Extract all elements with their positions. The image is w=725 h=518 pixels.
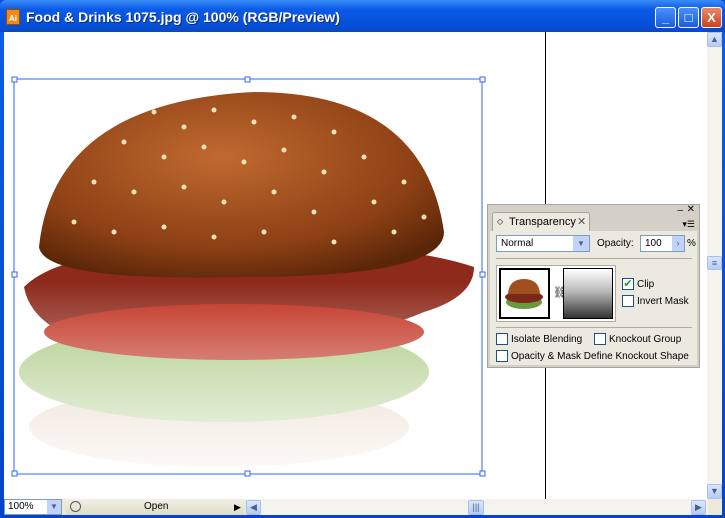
panel-close-icon[interactable]: ✕ <box>687 204 695 215</box>
mask-thumbnail[interactable] <box>563 268 613 319</box>
window-title: Food & Drinks 1075.jpg @ 100% (RGB/Previ… <box>26 9 340 25</box>
define-knockout-checkbox[interactable] <box>496 350 508 362</box>
scroll-up-button[interactable]: ▲ <box>707 32 722 47</box>
transparency-panel: – ✕ ◇ Transparency ✕ ▾☰ Normal ▼ Opacity:… <box>487 204 700 368</box>
thumbnails-area: ⛓ <box>496 265 616 322</box>
status-menu[interactable]: Open ▶ <box>66 499 244 515</box>
illustrator-icon: Ai <box>6 9 20 25</box>
isolate-blending-label: Isolate Blending <box>511 334 583 345</box>
blend-mode-select[interactable]: Normal ▼ <box>496 235 590 252</box>
opacity-label: Opacity: <box>597 238 634 249</box>
maximize-button[interactable]: □ <box>678 7 699 28</box>
zoom-select[interactable]: 100% ▼ <box>4 499 62 515</box>
vertical-scrollbar[interactable]: ▲ ≡ ▼ <box>707 32 722 499</box>
tab-label: Transparency <box>509 216 576 228</box>
scroll-right-button[interactable]: ▶ <box>691 500 706 515</box>
invert-mask-checkbox[interactable] <box>622 295 634 307</box>
blend-mode-value: Normal <box>501 238 534 249</box>
percent-sign: % <box>687 238 696 249</box>
scroll-left-button[interactable]: ◀ <box>246 500 261 515</box>
minimize-button[interactable]: _ <box>655 7 676 28</box>
play-arrow-icon[interactable]: ▶ <box>234 499 241 515</box>
status-icon <box>70 501 81 512</box>
tab-arrows-icon: ◇ <box>497 217 504 226</box>
knockout-group-label: Knockout Group <box>609 334 682 345</box>
opacity-value: 100 <box>645 238 662 249</box>
horizontal-scroll-thumb[interactable]: ||| <box>468 500 484 515</box>
define-knockout-label: Opacity & Mask Define Knockout Shape <box>511 351 689 362</box>
status-bar: 100% ▼ Open ▶ ◀ ||| ▶ <box>4 499 722 515</box>
scroll-down-button[interactable]: ▼ <box>707 484 722 499</box>
chevron-right-icon[interactable]: › <box>672 236 684 251</box>
chevron-down-icon[interactable]: ▼ <box>47 500 61 514</box>
tab-close-icon[interactable]: ✕ <box>577 213 586 231</box>
clip-label: Clip <box>637 279 655 290</box>
title-bar[interactable]: Ai Food & Drinks 1075.jpg @ 100% (RGB/Pr… <box>0 0 725 32</box>
zoom-value: 100% <box>8 501 34 512</box>
invert-mask-label: Invert Mask <box>637 296 689 307</box>
knockout-group-checkbox[interactable] <box>594 333 606 345</box>
status-label: Open <box>144 501 169 512</box>
clip-checkbox[interactable]: ✔ <box>622 278 634 290</box>
panel-menu-icon[interactable]: ▾☰ <box>682 219 695 230</box>
tab-transparency[interactable]: ◇ Transparency ✕ <box>492 212 590 231</box>
close-button[interactable]: X <box>701 7 722 28</box>
opacity-input[interactable]: 100 › <box>640 235 685 252</box>
chevron-down-icon[interactable]: ▼ <box>573 236 589 251</box>
vertical-scroll-thumb[interactable]: ≡ <box>707 256 722 270</box>
artwork-thumbnail[interactable] <box>499 268 550 319</box>
panel-minimize-icon[interactable]: – <box>677 205 683 216</box>
isolate-blending-checkbox[interactable] <box>496 333 508 345</box>
horizontal-scrollbar[interactable]: ◀ ||| ▶ <box>246 499 708 515</box>
